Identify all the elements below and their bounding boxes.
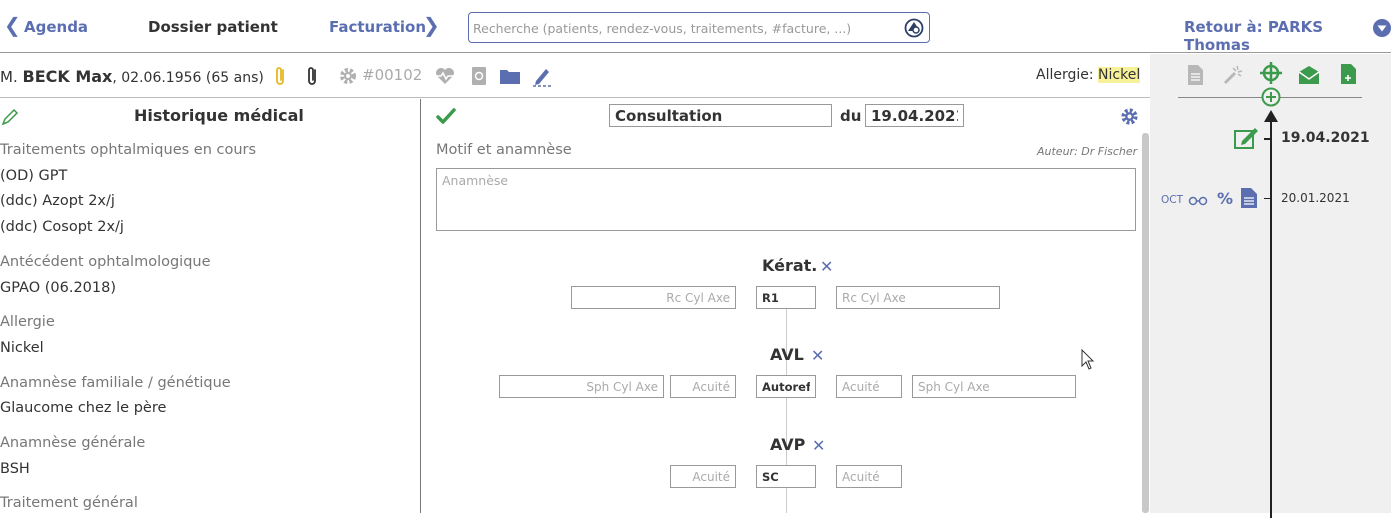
- signature-pen-icon[interactable]: [530, 64, 554, 88]
- kerat-title: Kérat.: [762, 256, 818, 275]
- consultation-panel: du Motif et anamnèse Auteur: Dr Fischer …: [422, 99, 1150, 513]
- history-value: Nickel: [0, 340, 44, 356]
- history-value: GPAO (06.2018): [0, 280, 117, 296]
- top-navigation-bar: ❮ Agenda Dossier patient Facturation ❯ R…: [0, 0, 1391, 54]
- author-label: Auteur: Dr Fischer: [1037, 145, 1138, 158]
- settings-gear-icon[interactable]: [1119, 106, 1140, 127]
- search-box: [468, 12, 930, 43]
- dropdown-circle-icon[interactable]: [1373, 19, 1391, 37]
- chevron-right-icon[interactable]: ❯: [423, 13, 440, 37]
- du-label: du: [840, 107, 862, 125]
- avp-center-field[interactable]: [756, 465, 816, 488]
- retour-patient-link[interactable]: Retour à: PARKS Thomas: [1184, 18, 1391, 54]
- medical-history-panel: Historique médical Traitements ophtalmiq…: [0, 99, 421, 513]
- timeline-panel: 19.04.2021 OCT % 20.01.2021: [1150, 54, 1391, 518]
- avl-left-acuite-field[interactable]: [670, 375, 736, 398]
- avl-remove-button[interactable]: ✕: [811, 346, 824, 365]
- search-input[interactable]: [473, 18, 893, 38]
- avl-left-sph-field[interactable]: [499, 375, 664, 398]
- history-label: Antécédent ophtalmologique: [0, 254, 211, 270]
- allergy-label: Allergie:: [1036, 67, 1094, 83]
- oct-label[interactable]: OCT: [1161, 194, 1183, 206]
- search-logo-icon[interactable]: [904, 18, 924, 38]
- patient-dob: , 02.06.1956 (65 ans): [112, 70, 264, 86]
- new-document-icon[interactable]: [1336, 62, 1360, 86]
- history-label: Anamnèse familiale / génétique: [0, 375, 231, 391]
- envelope-icon[interactable]: [1297, 63, 1321, 87]
- timeline-date[interactable]: 20.01.2021: [1281, 191, 1350, 205]
- contact-card-icon[interactable]: [467, 64, 491, 88]
- consultation-type-field[interactable]: [609, 104, 832, 127]
- history-label: Traitement général: [0, 495, 138, 511]
- history-title: Historique médical: [134, 106, 304, 125]
- patient-header: M. BECK Max, 02.06.1956 (65 ans) #00102 …: [0, 54, 1150, 98]
- scrollbar[interactable]: [1142, 133, 1149, 513]
- timeline-axis: [1270, 118, 1272, 518]
- history-value: (ddc) Cosopt 2x/j: [0, 219, 124, 235]
- avp-remove-button[interactable]: ✕: [812, 436, 825, 455]
- anamnese-textarea[interactable]: [436, 168, 1136, 231]
- avp-title: AVP: [770, 435, 806, 454]
- history-value: (ddc) Azopt 2x/j: [0, 193, 115, 209]
- heart-pulse-icon[interactable]: [433, 64, 457, 88]
- history-value: Glaucome chez le père: [0, 400, 167, 416]
- kerat-right-field[interactable]: [836, 286, 1000, 309]
- consultation-date-field[interactable]: [865, 104, 964, 127]
- edit-note-icon[interactable]: [1233, 126, 1259, 150]
- folder-icon[interactable]: [498, 64, 522, 88]
- dossier-patient-title: Dossier patient: [148, 18, 278, 36]
- kerat-left-field[interactable]: [571, 286, 736, 309]
- avp-right-acuite-field[interactable]: [836, 465, 902, 488]
- mouse-cursor-icon: [1081, 349, 1095, 370]
- chevron-left-icon[interactable]: ❮: [4, 13, 21, 37]
- patient-number: #00102: [362, 66, 423, 84]
- crosshair-target-icon[interactable]: [1259, 61, 1283, 85]
- kerat-center-field[interactable]: [756, 286, 816, 309]
- history-label: Allergie: [0, 314, 55, 330]
- timeline-tick: [1264, 138, 1272, 140]
- history-value: (OD) GPT: [0, 168, 68, 184]
- laser-icon[interactable]: [1221, 63, 1245, 87]
- billing-percent-icon[interactable]: %: [1217, 189, 1233, 208]
- paperclip-yellow-icon[interactable]: [268, 64, 292, 88]
- timeline-tick: [1264, 198, 1272, 199]
- history-label: Anamnèse générale: [0, 435, 146, 451]
- avl-title: AVL: [770, 345, 804, 364]
- agenda-link[interactable]: Agenda: [24, 18, 88, 36]
- timeline-date[interactable]: 19.04.2021: [1281, 130, 1370, 146]
- avl-center-field[interactable]: [756, 375, 816, 398]
- document-icon[interactable]: [1183, 63, 1207, 87]
- glasses-icon[interactable]: [1187, 189, 1209, 211]
- history-value: BSH: [0, 461, 30, 477]
- motif-label: Motif et anamnèse: [436, 142, 572, 158]
- avp-left-acuite-field[interactable]: [670, 465, 736, 488]
- kerat-remove-button[interactable]: ✕: [820, 257, 833, 276]
- edit-pencil-icon[interactable]: [0, 107, 20, 127]
- history-label: Traitements ophtalmiques en cours: [0, 142, 257, 158]
- gear-icon[interactable]: [336, 64, 360, 88]
- patient-salutation: M.: [0, 68, 18, 86]
- file-text-icon[interactable]: [1238, 186, 1260, 210]
- facturation-link[interactable]: Facturation: [329, 18, 426, 36]
- allergy-value: Nickel: [1098, 67, 1141, 83]
- avl-right-sph-field[interactable]: [912, 375, 1076, 398]
- avl-right-acuite-field[interactable]: [836, 375, 902, 398]
- patient-name: BECK Max: [22, 67, 113, 86]
- checkmark-icon[interactable]: [436, 107, 456, 125]
- paperclip-icon[interactable]: [300, 64, 324, 88]
- add-circle-icon[interactable]: [1260, 86, 1282, 108]
